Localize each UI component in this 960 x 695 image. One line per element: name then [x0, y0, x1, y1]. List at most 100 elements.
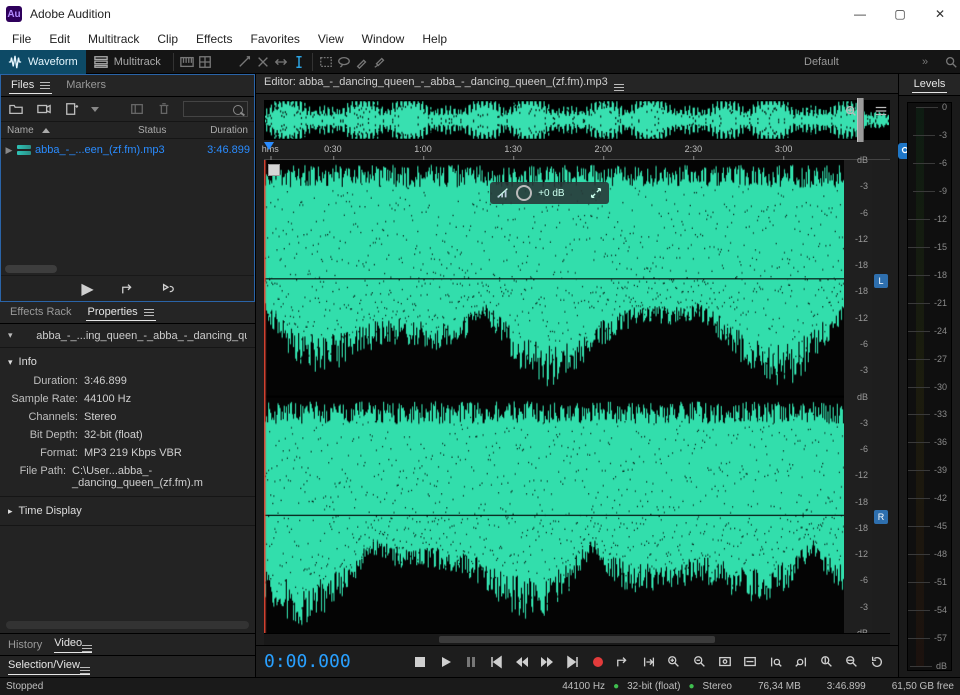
expand-icon[interactable] [589, 186, 603, 200]
channel-badges: L R [872, 160, 890, 633]
info-key: Format: [8, 447, 84, 459]
column-status[interactable]: Status [138, 125, 186, 136]
zoom-reset-icon[interactable] [867, 651, 888, 673]
window-maximize[interactable]: ▢ [880, 0, 920, 28]
workspace-dropdown[interactable]: Default [796, 53, 916, 71]
hud-overlay[interactable]: +0 dB [490, 182, 608, 204]
workspace-label: Default [804, 56, 839, 68]
window-minimize[interactable]: — [840, 0, 880, 28]
forward-button[interactable] [537, 651, 558, 673]
zoom-out-point-icon[interactable] [790, 651, 811, 673]
tool-lasso-icon[interactable] [335, 53, 353, 71]
zoom-full-icon[interactable] [714, 651, 735, 673]
info-value: C:\User...abba_-_dancing_queen_(zf.fm).m [72, 465, 247, 489]
history-tab[interactable]: History [8, 639, 42, 651]
audio-file-icon [19, 331, 31, 341]
corner-handle[interactable] [268, 164, 280, 176]
timecode-display[interactable]: 0:00.000 [264, 651, 351, 672]
files-search-input[interactable] [183, 101, 248, 117]
levels-tab[interactable]: Levels [912, 76, 948, 93]
go-start-button[interactable] [486, 651, 507, 673]
files-hscroll[interactable] [5, 265, 57, 273]
zoom-in-point-icon[interactable] [765, 651, 786, 673]
zoom-in-icon[interactable] [664, 651, 685, 673]
menu-effects[interactable]: Effects [188, 29, 240, 49]
channel-right-badge[interactable]: R [874, 510, 888, 524]
chevron-down-icon[interactable] [91, 107, 99, 112]
overview-waveform[interactable] [264, 100, 890, 140]
workspace-more-icon[interactable]: » [916, 53, 934, 71]
list-view-icon[interactable] [872, 102, 890, 120]
properties-tab[interactable]: Properties [86, 304, 156, 321]
tool-razor-icon[interactable] [254, 53, 272, 71]
zoom-nav-icon[interactable] [842, 102, 860, 120]
gain-knob-icon[interactable] [516, 185, 532, 201]
tool-move-icon[interactable] [236, 53, 254, 71]
stop-button[interactable] [410, 651, 431, 673]
pause-button[interactable] [460, 651, 481, 673]
preview-autoplay-icon[interactable] [156, 280, 180, 298]
selection-view-tab[interactable]: Selection/View [8, 659, 90, 675]
zoom-out-icon[interactable] [689, 651, 710, 673]
levels-meter[interactable]: 0-3-6-9-12-15-18-21-24-27-30-33-36-39-42… [907, 102, 952, 671]
tool-marquee-icon[interactable] [317, 53, 335, 71]
file-row[interactable]: ▶ abba_-_...een_(zf.fm).mp3 3:46.899 [5, 141, 250, 159]
tool-brush-icon[interactable] [353, 53, 371, 71]
zoom-selection-icon[interactable] [740, 651, 761, 673]
files-tab[interactable]: Files [9, 77, 52, 94]
toolbar-piano-icon[interactable] [178, 53, 196, 71]
titlebar: Au Adobe Audition — ▢ ✕ [0, 0, 960, 28]
tool-slip-icon[interactable] [272, 53, 290, 71]
markers-tab[interactable]: Markers [64, 77, 108, 94]
tool-heal-icon[interactable] [371, 53, 389, 71]
window-close[interactable]: ✕ [920, 0, 960, 28]
properties-hscroll[interactable] [6, 621, 249, 629]
insert-clip-icon[interactable] [128, 100, 146, 118]
info-value: 44100 Hz [84, 393, 131, 405]
preview-play-icon[interactable]: ▶ [76, 280, 100, 298]
menu-clip[interactable]: Clip [149, 29, 186, 49]
menu-window[interactable]: Window [354, 29, 413, 49]
rewind-button[interactable] [511, 651, 532, 673]
channel-left-badge[interactable]: L [874, 274, 888, 288]
expand-icon[interactable]: ▶ [5, 145, 13, 156]
column-duration[interactable]: Duration [194, 125, 248, 136]
editor-hscroll[interactable] [264, 633, 890, 645]
zoom-vert-in-icon[interactable] [816, 651, 837, 673]
record-button[interactable] [587, 651, 608, 673]
menu-view[interactable]: View [310, 29, 352, 49]
waveform-display[interactable]: +0 dB [264, 160, 844, 633]
loop-button[interactable] [613, 651, 634, 673]
info-key: File Path: [8, 465, 72, 489]
menu-multitrack[interactable]: Multitrack [80, 29, 147, 49]
mode-multitrack-tab[interactable]: Multitrack [86, 50, 169, 74]
menu-favorites[interactable]: Favorites [243, 29, 308, 49]
open-file-icon[interactable] [7, 100, 25, 118]
new-file-icon[interactable] [63, 100, 81, 118]
menu-edit[interactable]: Edit [41, 29, 78, 49]
go-end-button[interactable] [562, 651, 583, 673]
menu-help[interactable]: Help [414, 29, 455, 49]
info-section-header[interactable]: ▾Info [8, 352, 247, 372]
time-display-section-header[interactable]: ▸Time Display [8, 501, 247, 521]
effects-rack-tab[interactable]: Effects Rack [8, 304, 74, 321]
mode-waveform-tab[interactable]: Waveform [0, 50, 86, 74]
timeline-ruler[interactable]: hms 📍 0:301:001:302:002:303:00 [264, 144, 890, 160]
status-filesize: 76,34 MB [758, 681, 801, 692]
tool-time-select-icon[interactable] [290, 53, 308, 71]
status-dot-icon: ● [613, 681, 619, 692]
video-tab[interactable]: Video [54, 637, 92, 653]
column-name[interactable]: Name [7, 125, 130, 136]
menu-file[interactable]: File [4, 29, 39, 49]
chevron-down-icon[interactable]: ▾ [8, 330, 13, 341]
search-help-icon[interactable] [942, 53, 960, 71]
playhead-icon[interactable] [264, 142, 274, 150]
delete-file-icon[interactable] [156, 100, 174, 118]
toolbar-spectral-icon[interactable] [196, 53, 214, 71]
record-file-icon[interactable] [35, 100, 53, 118]
preview-loop-icon[interactable] [116, 280, 140, 298]
zoom-vert-out-icon[interactable] [841, 651, 862, 673]
editor-file-tab[interactable]: Editor: abba_-_dancing_queen_-_abba_-_da… [264, 76, 624, 91]
play-button[interactable] [435, 651, 456, 673]
skip-selection-button[interactable] [638, 651, 659, 673]
